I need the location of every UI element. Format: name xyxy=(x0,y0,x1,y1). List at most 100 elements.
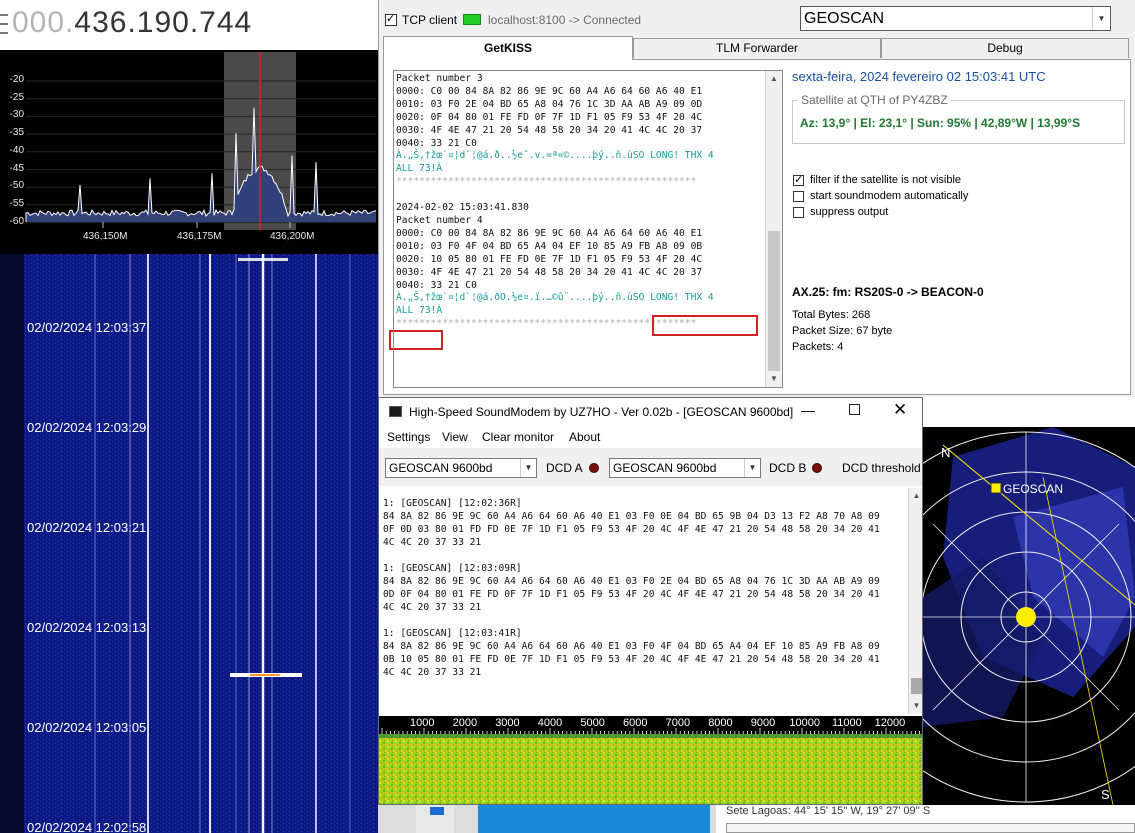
soundmodem-menubar: Settings View Clear monitor About xyxy=(379,426,922,448)
packet3-ascii-line2: ALL 73!À xyxy=(396,163,443,175)
modem-monitor-text: 1: [GEOSCAN] [12:02:36R] 84 8A 82 86 9E … xyxy=(379,488,922,679)
freq-tick-label: 436,150M xyxy=(83,231,128,242)
option-checkbox[interactable] xyxy=(793,191,804,202)
volume-slider-thumb[interactable] xyxy=(430,807,444,815)
modem-a-select[interactable]: GEOSCAN 9600bd ▼ xyxy=(385,458,537,478)
highlight-box-1 xyxy=(652,315,758,336)
chevron-down-icon[interactable]: ▼ xyxy=(744,459,760,477)
frequency-readout: 000.436.190.744 xyxy=(12,6,252,40)
menu-clear-monitor[interactable]: Clear monitor xyxy=(482,430,554,444)
log-line: Packet number 4 xyxy=(396,214,483,226)
ruler-tick-label: 12000 xyxy=(874,717,906,729)
scroll-thumb[interactable] xyxy=(911,678,922,694)
ruler-tick-label: 10000 xyxy=(789,717,820,729)
option-row[interactable]: suppress output xyxy=(792,206,1092,220)
scroll-up-icon[interactable]: ▲ xyxy=(766,71,782,87)
satellite-select[interactable]: GEOSCAN ▼ xyxy=(800,6,1111,31)
waterfall-timestamp: 02/02/2024 12:03:21 xyxy=(27,520,147,535)
ruler-tick-label: 9000 xyxy=(750,717,776,729)
freq-tick-label: 436,175M xyxy=(177,231,222,242)
location-text: Sete Lagoas: 44° 15' 15'' W, 19° 27' 09'… xyxy=(726,805,931,817)
scroll-down-icon[interactable]: ▼ xyxy=(909,698,922,714)
log-line: 0040: 33 21 C0 xyxy=(396,137,477,149)
dcd-b-label: DCD B xyxy=(769,461,807,475)
satellite-label: GEOSCAN xyxy=(1003,482,1063,496)
modem-b-select[interactable]: GEOSCAN 9600bd ▼ xyxy=(609,458,761,478)
soundmodem-toolbar: GEOSCAN 9600bd ▼ DCD A GEOSCAN 9600bd ▼ … xyxy=(379,448,922,486)
polar-plot-panel: N S GEOSCAN xyxy=(923,397,1135,805)
ruler-tick-label: 1000 xyxy=(410,717,435,729)
option-checkbox[interactable] xyxy=(793,207,804,218)
modem-monitor[interactable]: 1: [GEOSCAN] [12:02:36R] 84 8A 82 86 9E … xyxy=(379,488,922,714)
tab-tlm-forwarder[interactable]: TLM Forwarder xyxy=(633,38,881,58)
log-line: 0010: 03 F0 2E 04 BD 65 A8 04 76 1C 3D A… xyxy=(396,98,703,110)
scroll-up-icon[interactable]: ▲ xyxy=(909,488,922,504)
packet-log-scrollbar[interactable]: ▲ ▼ xyxy=(765,71,782,387)
packet-log[interactable]: Packet number 3 0000: C0 00 84 8A 82 86 … xyxy=(393,70,783,388)
frequency-ruler: 1000 2000 3000 4000 5000 6000 7000 8000 9000 1000… xyxy=(379,716,922,734)
dcd-threshold-label: DCD threshold xyxy=(842,461,921,475)
frequency-leading-zeros: 000. xyxy=(12,6,75,39)
log-line: 0010: 03 F0 4F 04 BD 65 A4 04 EF 10 85 A… xyxy=(396,240,703,252)
option-label: start soundmodem automatically xyxy=(810,190,969,202)
close-icon[interactable]: ✕ xyxy=(893,400,907,420)
ruler-tick-label: 11000 xyxy=(832,717,862,729)
log-line: Packet number 3 xyxy=(396,73,483,84)
packet3-ascii-line1: À.„Š,†žœ`¤¦d`¦@á.ð..½eˆ.v.=ª«©....þý..ñ.… xyxy=(396,150,714,162)
monitor-line: 1: [GEOSCAN] [12:03:09R] xyxy=(383,563,522,574)
highlight-box-2 xyxy=(389,330,443,350)
db-tick-label: -45 xyxy=(9,162,24,174)
audio-waterfall[interactable] xyxy=(379,734,923,805)
modem-b-value: GEOSCAN 9600bd xyxy=(613,461,717,475)
option-label: filter if the satellite is not visible xyxy=(810,174,962,186)
sdr-menu-icon[interactable] xyxy=(0,10,8,40)
scroll-thumb[interactable] xyxy=(768,231,780,371)
monitor-line: 84 8A 82 86 9E 9C 60 A4 A6 64 60 A6 40 E… xyxy=(383,511,880,522)
tcp-client-checkbox[interactable] xyxy=(385,12,397,26)
waterfall-timestamp: 02/02/2024 12:03:13 xyxy=(27,620,147,635)
freq-tick-label: 436,200M xyxy=(270,231,315,242)
taskbar-strip: Sete Lagoas: 44° 15' 15'' W, 19° 27' 09'… xyxy=(378,805,1135,833)
db-tick-label: -35 xyxy=(9,127,24,139)
qth-satellite-info: Az: 13,9° | El: 23,1° | Sun: 95% | 42,89… xyxy=(800,116,1081,130)
tab-getkiss[interactable]: GetKISS xyxy=(383,36,633,60)
log-line: 0030: 4F 4E 47 21 20 54 48 58 20 34 20 4… xyxy=(396,266,703,278)
connection-status: localhost:8100 -> Connected xyxy=(488,13,642,27)
option-row[interactable]: filter if the satellite is not visible xyxy=(792,173,1092,188)
log-line: 0040: 33 21 C0 xyxy=(396,279,477,291)
tab-debug[interactable]: Debug xyxy=(881,38,1129,58)
option-checkbox[interactable] xyxy=(793,173,804,186)
spectrum-display[interactable]: -20 -25 -30 -35 -40 -45 -50 -55 -60 436,150M 436,… xyxy=(0,50,378,254)
satellite-marker[interactable] xyxy=(990,482,1002,494)
ruler-tick-label: 6000 xyxy=(623,717,648,729)
current-datetime: sexta-feira, 2024 fevereiro 02 15:03:41 … xyxy=(792,69,1046,84)
ruler-tick-label: 2000 xyxy=(452,717,478,729)
monitor-line: 4C 4C 20 37 33 21 xyxy=(383,537,482,548)
scroll-down-icon[interactable]: ▼ xyxy=(766,371,782,387)
modem-monitor-scrollbar[interactable]: ▲ ▼ xyxy=(908,488,922,714)
monitor-line: 0D 0F 04 80 01 FE FD 0F 7F 1D F1 05 F9 5… xyxy=(383,589,880,600)
packets-count: Packets: 4 xyxy=(792,341,844,353)
ruler-tick-label: 5000 xyxy=(580,717,605,729)
minimize-icon[interactable]: — xyxy=(801,402,815,418)
db-tick-label: -55 xyxy=(9,197,24,209)
getkiss-window: TCP client localhost:8100 -> Connected G… xyxy=(378,0,1135,397)
monitor-line: 1: [GEOSCAN] [12:03:41R] xyxy=(383,628,522,639)
packet-size: Packet Size: 67 byte xyxy=(792,325,893,337)
chevron-down-icon[interactable]: ▼ xyxy=(520,459,536,477)
waterfall-display[interactable]: 02/02/2024 12:03:37 02/02/2024 12:03:29 02… xyxy=(0,254,378,833)
menu-view[interactable]: View xyxy=(442,430,468,444)
menu-about[interactable]: About xyxy=(569,430,600,444)
south-label: S xyxy=(1101,787,1110,802)
menu-settings[interactable]: Settings xyxy=(387,430,430,444)
total-bytes: Total Bytes: 268 xyxy=(792,309,871,321)
maximize-icon[interactable] xyxy=(849,404,860,415)
chevron-down-icon[interactable]: ▼ xyxy=(1092,7,1110,30)
option-row[interactable]: start soundmodem automatically xyxy=(792,190,1092,204)
modem-a-value: GEOSCAN 9600bd xyxy=(389,461,493,475)
soundmodem-titlebar[interactable]: High-Speed SoundModem by UZ7HO - Ver 0.0… xyxy=(379,398,922,426)
polar-plot[interactable]: N S GEOSCAN xyxy=(923,397,1135,805)
db-tick-label: -20 xyxy=(9,74,24,85)
frequency-display[interactable]: 000.436.190.744 xyxy=(0,0,378,50)
waterfall-timestamp: 02/02/2024 12:03:05 xyxy=(27,720,147,735)
